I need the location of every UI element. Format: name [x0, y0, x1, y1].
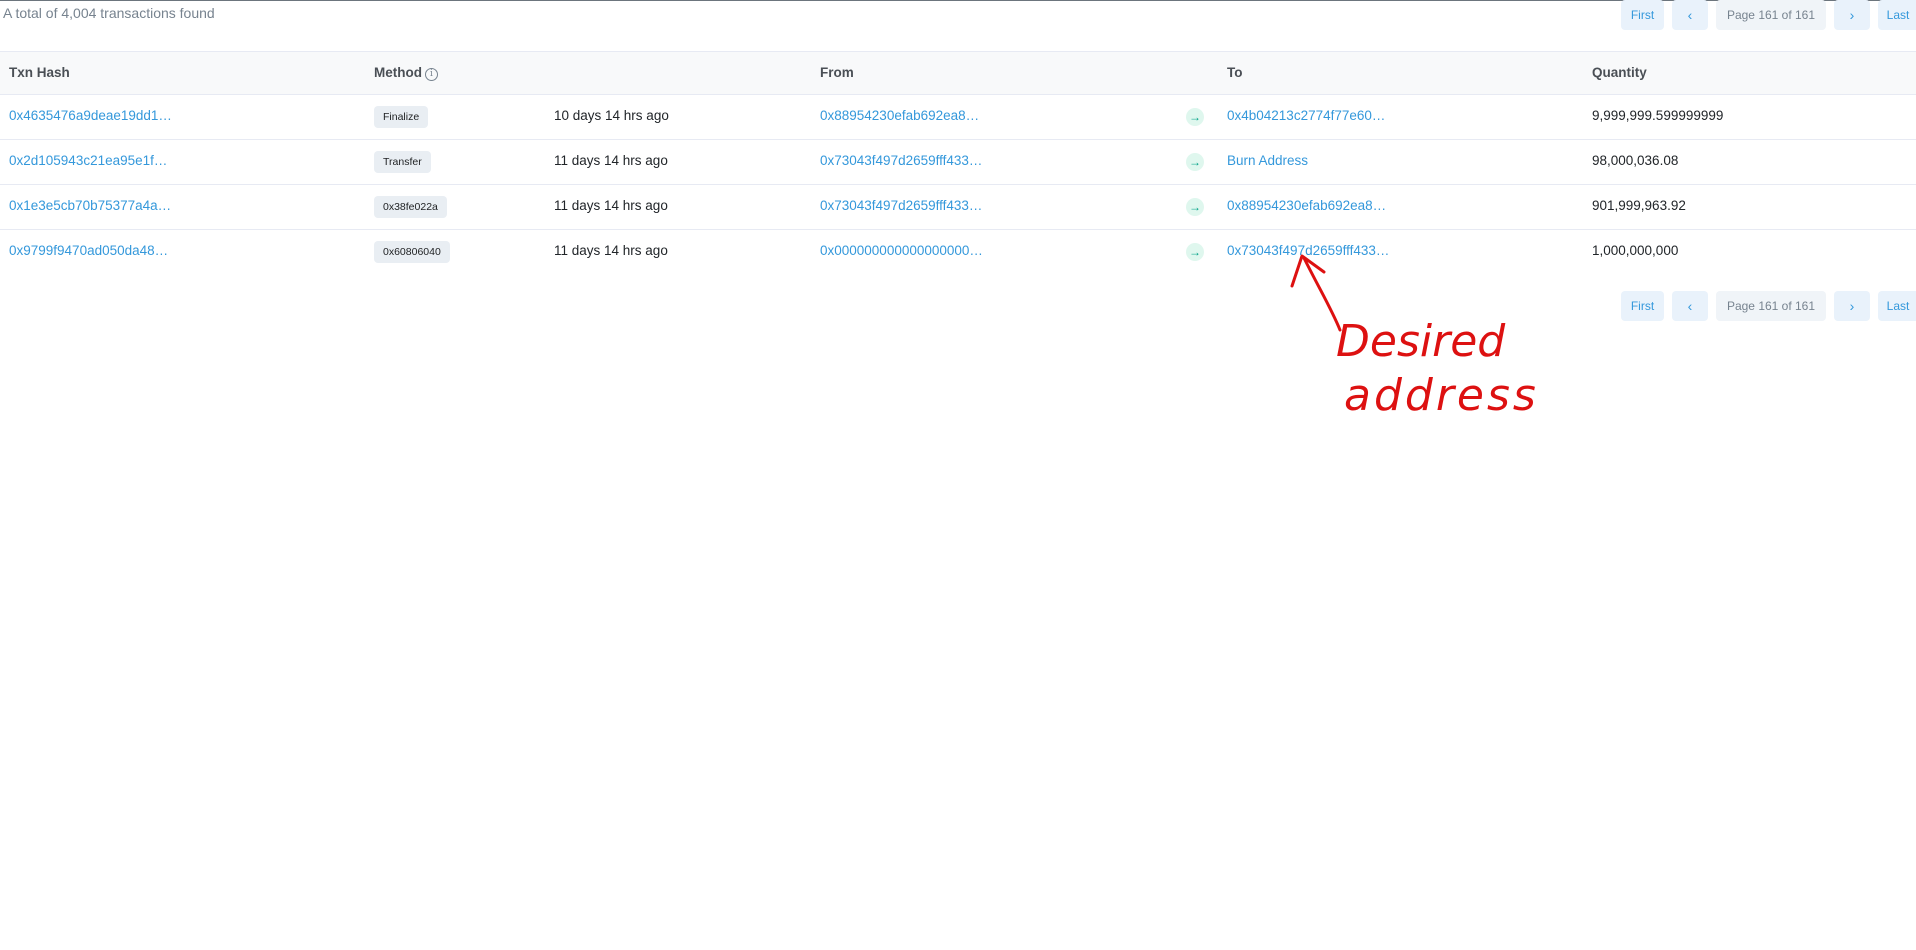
- quantity-value: 1,000,000,000: [1592, 243, 1679, 258]
- quantity-value: 9,999,999.599999999: [1592, 108, 1724, 123]
- method-badge: 0x60806040: [374, 241, 450, 263]
- arrow-right-icon: →: [1186, 108, 1204, 126]
- table-header: Txn Hash Method i From To Quantity: [0, 51, 1916, 95]
- to-address-link[interactable]: Burn Address: [1227, 153, 1308, 168]
- handwritten-annotation: Desired address: [1290, 254, 1539, 421]
- txn-hash-link[interactable]: 0x4635476a9deae19dd1…: [9, 108, 172, 123]
- txn-age: 11 days 14 hrs ago: [554, 153, 668, 168]
- arrow-right-icon: →: [1186, 153, 1204, 171]
- header-to: To: [1227, 65, 1243, 80]
- table-row: 0x9799f9470ad050da48… 0x60806040 11 days…: [0, 230, 1916, 274]
- header-quantity: Quantity: [1592, 65, 1647, 80]
- next-page-button[interactable]: ›: [1834, 291, 1870, 321]
- chevron-left-icon: ‹: [1687, 298, 1693, 314]
- first-page-button[interactable]: First: [1621, 291, 1664, 321]
- header-method-label: Method: [374, 65, 422, 80]
- next-page-button[interactable]: ›: [1834, 0, 1870, 30]
- method-badge: Transfer: [374, 151, 431, 173]
- chevron-left-icon: ‹: [1687, 7, 1693, 23]
- header-from: From: [820, 65, 854, 80]
- txn-hash-link[interactable]: 0x9799f9470ad050da48…: [9, 243, 168, 258]
- pagination-bottom: First ‹ Page 161 of 161 › Last: [1621, 291, 1916, 321]
- header-txn-hash: Txn Hash: [9, 65, 70, 80]
- arrow-right-icon: →: [1186, 198, 1204, 216]
- to-address-link[interactable]: 0x73043f497d2659fff433…: [1227, 243, 1389, 258]
- from-address-link[interactable]: 0x73043f497d2659fff433…: [820, 198, 982, 213]
- method-badge: Finalize: [374, 106, 429, 128]
- from-address-link[interactable]: 0x88954230efab692ea8…: [820, 108, 979, 123]
- txn-age: 11 days 14 hrs ago: [554, 198, 668, 213]
- transactions-table: Txn Hash Method i From To Quantity 0x4635…: [0, 51, 1916, 274]
- txn-age: 11 days 14 hrs ago: [554, 243, 668, 258]
- txn-hash-link[interactable]: 0x2d105943c21ea95e1f…: [9, 153, 167, 168]
- chevron-right-icon: ›: [1849, 298, 1855, 314]
- prev-page-button[interactable]: ‹: [1672, 0, 1708, 30]
- prev-page-button[interactable]: ‹: [1672, 291, 1708, 321]
- last-page-button[interactable]: Last: [1878, 291, 1916, 321]
- info-icon[interactable]: i: [425, 68, 438, 81]
- from-address-link[interactable]: 0x73043f497d2659fff433…: [820, 153, 982, 168]
- method-badge: 0x38fe022a: [374, 196, 447, 218]
- page-indicator: Page 161 of 161: [1716, 0, 1826, 30]
- txn-hash-link[interactable]: 0x1e3e5cb70b75377a4a…: [9, 198, 171, 213]
- table-row: 0x2d105943c21ea95e1f… Transfer 11 days 1…: [0, 140, 1916, 185]
- transactions-summary: A total of 4,004 transactions found: [3, 5, 215, 21]
- to-address-link[interactable]: 0x4b04213c2774f77e60…: [1227, 108, 1385, 123]
- quantity-value: 98,000,036.08: [1592, 153, 1679, 168]
- page-indicator: Page 161 of 161: [1716, 291, 1826, 321]
- txn-age: 10 days 14 hrs ago: [554, 108, 669, 123]
- table-row: 0x4635476a9deae19dd1… Finalize 10 days 1…: [0, 95, 1916, 140]
- first-page-button[interactable]: First: [1621, 0, 1664, 30]
- table-row: 0x1e3e5cb70b75377a4a… 0x38fe022a 11 days…: [0, 185, 1916, 230]
- quantity-value: 901,999,963.92: [1592, 198, 1686, 213]
- from-address-link[interactable]: 0x000000000000000000…: [820, 243, 983, 258]
- annotation-text-line1: Desired: [1336, 316, 1506, 367]
- header-method: Method i: [374, 65, 438, 81]
- last-page-button[interactable]: Last: [1878, 0, 1916, 30]
- arrow-right-icon: →: [1186, 243, 1204, 261]
- annotation-text-line2: address: [1344, 370, 1539, 421]
- to-address-link[interactable]: 0x88954230efab692ea8…: [1227, 198, 1386, 213]
- pagination-top: First ‹ Page 161 of 161 › Last: [1621, 0, 1916, 30]
- chevron-right-icon: ›: [1849, 7, 1855, 23]
